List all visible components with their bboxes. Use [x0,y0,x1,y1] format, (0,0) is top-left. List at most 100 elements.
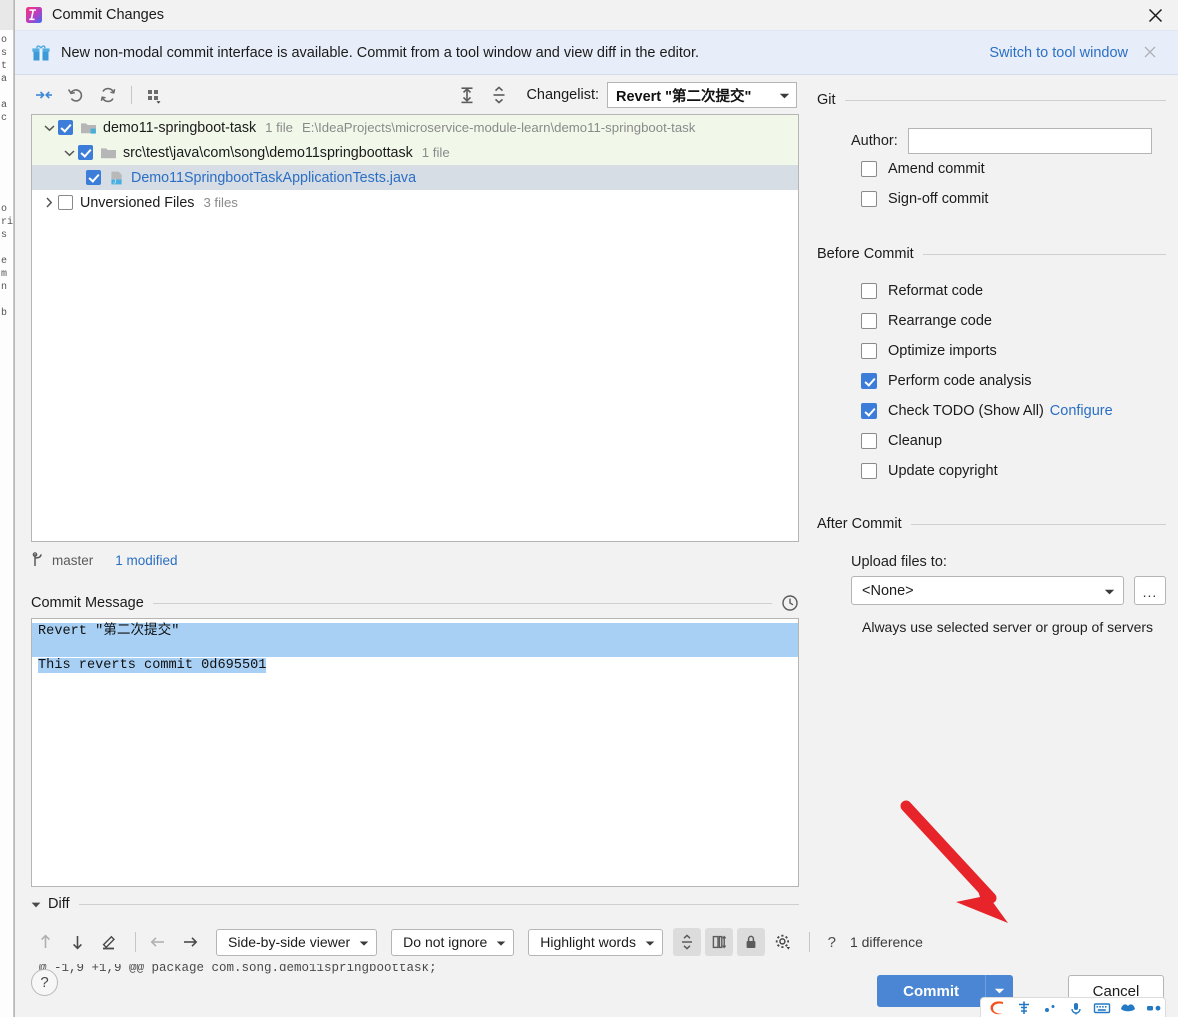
checkbox-cleanup[interactable]: Cleanup [861,426,1166,456]
browse-servers-button[interactable]: ... [1134,576,1166,605]
chevron-down-icon [779,87,790,103]
row-path: E:\IdeaProjects\microservice-module-lear… [301,120,696,135]
divider [844,99,1166,101]
changelist-dropdown[interactable]: Revert "第二次提交" [607,82,797,108]
next-difference-icon[interactable] [63,928,91,956]
show-diff-icon[interactable] [31,82,57,108]
checkbox-always-use-server[interactable]: Always use selected server or group of s… [851,619,1166,635]
accept-right-icon[interactable] [176,928,204,956]
dialog-title: Commit Changes [52,7,165,23]
diff-ignore-mode-dropdown[interactable]: Do not ignore [391,928,515,956]
bg-line: e [1,256,8,267]
checkbox-update-copyright[interactable]: Update copyright [861,456,1166,486]
notification-close-icon[interactable] [1142,44,1160,62]
checkbox-check-todo[interactable]: Check TODO (Show All) Configure [861,396,1166,426]
check-todo-checkbox[interactable] [861,403,877,419]
chevron-right-icon[interactable] [40,194,58,212]
commit-message-line: Revert "第二次提交" [32,623,798,640]
row-checkbox[interactable] [58,195,73,210]
ime-toolbar-strip[interactable] [980,997,1166,1017]
git-branch-icon [31,552,45,568]
checkbox-perform-code-analysis[interactable]: Perform code analysis [861,366,1166,396]
diff-toolbar: Side-by-side viewer Do not ignore Highli… [31,921,923,963]
ime-skin-icon[interactable] [1115,998,1141,1017]
edit-source-icon[interactable] [95,928,123,956]
table-row[interactable]: demo11-springboot-task 1 file E:\IdeaPro… [32,115,798,140]
expand-all-icon[interactable] [454,82,480,108]
bg-line: a [1,74,8,85]
commit-button[interactable]: Commit [877,975,985,1007]
modified-count-link[interactable]: 1 modified [115,553,177,568]
settings-gear-icon[interactable] [769,928,797,956]
row-meta: 1 file [421,145,450,160]
author-field[interactable] [907,128,1152,154]
ime-voice-input-icon[interactable] [1063,998,1089,1017]
ime-punctuation-icon[interactable] [1037,998,1063,1017]
checkbox-optimize-imports[interactable]: Optimize imports [861,336,1166,366]
author-row: Author: [851,128,1166,154]
group-by-icon[interactable] [141,82,167,108]
previous-difference-icon[interactable] [31,928,59,956]
row-meta: 3 files [203,195,238,210]
rearrange-code-checkbox[interactable] [861,313,877,329]
diff-highlight-mode-dropdown[interactable]: Highlight words [528,928,663,956]
accept-left-icon[interactable] [144,928,172,956]
collapse-all-icon[interactable] [486,82,512,108]
bg-line: s [1,48,8,59]
checkbox-sign-off-commit[interactable]: Sign-off commit [861,184,1166,214]
ime-keyboard-icon[interactable] [1089,998,1115,1017]
diff-viewer-mode-dropdown[interactable]: Side-by-side viewer [216,928,378,956]
sogou-logo-icon[interactable] [985,998,1011,1017]
commit-message-input[interactable]: Revert "第二次提交" This reverts commit 0d695… [31,618,799,887]
clock-history-icon[interactable] [781,594,799,612]
triangle-down-icon[interactable] [31,896,41,912]
ime-toolbox-icon[interactable] [1141,998,1165,1017]
perform-code-analysis-checkbox[interactable] [861,373,877,389]
git-group-label: Git [817,92,836,108]
synchronize-scroll-icon[interactable] [704,928,733,956]
bg-line [0,294,13,307]
help-button[interactable]: ? [31,969,58,996]
ime-chinese-mode-icon[interactable] [1011,998,1037,1017]
diff-ignore-mode-value: Do not ignore [403,934,488,950]
diff-section-header: Diff [31,893,799,915]
configure-todo-link[interactable]: Configure [1050,403,1113,419]
chevron-down-icon[interactable] [40,119,58,137]
background-editor-sliver: o s t a a c o ri s e m n b [0,0,14,1017]
close-icon[interactable] [1132,0,1178,30]
row-checkbox[interactable] [86,170,101,185]
notification-text: New non-modal commit interface is availa… [61,44,700,61]
checkbox-reformat-code[interactable]: Reformat code [861,276,1166,306]
changes-tree[interactable]: demo11-springboot-task 1 file E:\IdeaPro… [31,114,799,542]
refresh-icon[interactable] [95,82,121,108]
row-checkbox[interactable] [58,120,73,135]
changelist-value: Revert "第二次提交" [616,88,752,105]
row-checkbox[interactable] [78,145,93,160]
chevron-down-icon[interactable] [60,144,78,162]
toolbar-separator [131,86,132,104]
bg-line: m [1,269,8,280]
checkbox-amend-commit[interactable]: Amend commit [861,154,1166,184]
background-tab-strip [0,0,13,30]
read-only-lock-icon[interactable] [736,928,765,956]
collapse-unchanged-icon[interactable] [672,928,701,956]
switch-to-tool-window-link[interactable]: Switch to tool window [989,45,1128,61]
table-row[interactable]: src\test\java\com\song\demo11springboott… [32,140,798,165]
bg-line: s [1,230,8,241]
table-row[interactable]: J Demo11SpringbootTaskApplicationTests.j… [32,165,798,190]
update-copyright-checkbox[interactable] [861,463,877,479]
sign-off-commit-checkbox[interactable] [861,191,877,207]
revert-icon[interactable] [63,82,89,108]
optimize-imports-checkbox[interactable] [861,343,877,359]
checkbox-rearrange-code[interactable]: Rearrange code [861,306,1166,336]
cleanup-checkbox[interactable] [861,433,877,449]
bg-line: t [1,61,8,72]
row-label: Demo11SpringbootTaskApplicationTests.jav… [131,169,417,186]
amend-commit-checkbox[interactable] [861,161,877,177]
upload-server-dropdown[interactable]: <None> [851,576,1124,605]
table-row[interactable]: Unversioned Files 3 files [32,190,798,215]
svg-text:J: J [113,179,116,185]
bg-line [0,125,13,138]
bg-line: o [1,204,8,215]
reformat-code-checkbox[interactable] [861,283,877,299]
